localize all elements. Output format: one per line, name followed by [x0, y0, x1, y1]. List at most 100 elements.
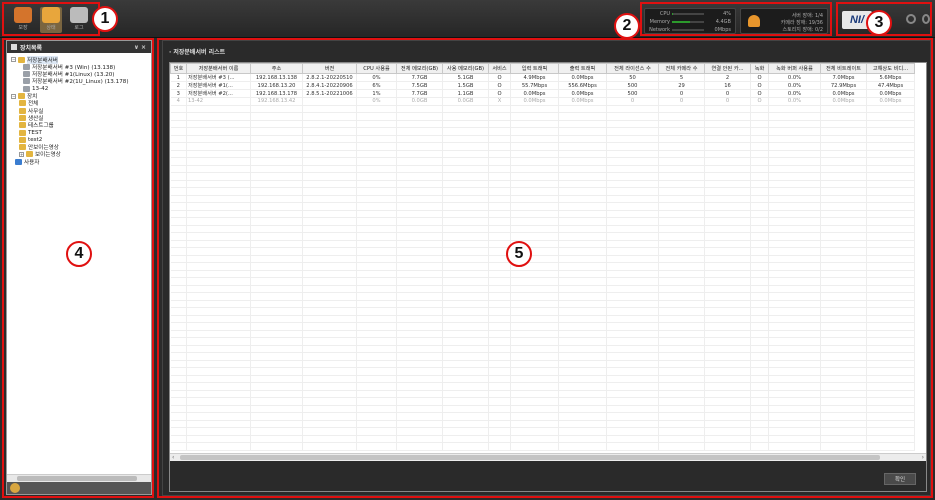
column-header[interactable]: 전체 비트레이트: [820, 63, 867, 74]
user-icon: [15, 158, 22, 165]
tree-expander-icon[interactable]: −: [11, 57, 16, 62]
table-cell: 0: [606, 97, 659, 106]
table-cell: 500: [606, 81, 659, 90]
alarm-summary-panel[interactable]: 서버 장애: 1/4 카메라 장애: 19/36 스토리지 장애: 0/2: [740, 8, 828, 34]
annotation-badge: 4: [66, 241, 92, 267]
annotation-badge: 5: [506, 241, 532, 267]
table-cell: 0: [704, 89, 751, 98]
column-header[interactable]: 서비스: [488, 63, 511, 74]
table-cell: 4.9Mbps: [510, 73, 559, 82]
column-header[interactable]: 고해상도 비디...: [866, 63, 915, 74]
column-header[interactable]: 녹화 버퍼 사용률: [768, 63, 821, 74]
table-cell: 2.8.5.1-20221006: [302, 89, 357, 98]
table-cell: 0: [704, 97, 751, 106]
table-cell: 16: [704, 81, 751, 90]
folder-icon: [19, 114, 26, 121]
table-cell: 1.1GB: [442, 89, 489, 98]
table-cell: 1: [170, 73, 187, 82]
empty-row: [170, 105, 915, 113]
empty-row: [170, 330, 915, 338]
table-cell: 5: [658, 73, 705, 82]
empty-row: [170, 345, 915, 353]
table-cell: 0.0%: [768, 97, 821, 106]
empty-row: [170, 195, 915, 203]
confirm-button[interactable]: 확인: [884, 473, 916, 485]
empty-row: [170, 285, 915, 293]
column-header[interactable]: 저장분배서버 이름: [186, 63, 251, 74]
stat-value: 4.4GB: [715, 19, 731, 25]
table-row[interactable]: 4 13-42 192.168.13.42 0% 0.0GB 0.0GB X 0.0Mbps 0…: [170, 97, 915, 106]
table-row[interactable]: 2 저장분배서버 #1(... 192.168.13.20 2.8.4.1-20220…: [170, 81, 915, 90]
empty-row: [170, 420, 915, 428]
empty-row: [170, 210, 915, 218]
tree-expander-icon[interactable]: −: [11, 93, 16, 99]
grid-horizontal-scrollbar[interactable]: ‹ ›: [170, 453, 926, 461]
table-cell: 0.0Mbps: [558, 89, 607, 98]
empty-row: [170, 232, 915, 241]
tree-node-label: 저장분배서버 #2(1U_Linux) (13.178): [32, 79, 129, 86]
column-header[interactable]: 전체 라이선스 수: [606, 63, 659, 74]
stat-key: Network: [649, 27, 670, 33]
server-list-panel: · 저장분배서버 리스트 번호 저장분배서버 이름 주소 버전 CPU 사용률 전체 메모…: [162, 40, 931, 496]
tree-node[interactable]: 저장분배서버 #2(1U_Linux) (13.178): [23, 78, 129, 85]
empty-row: [170, 375, 915, 383]
column-header[interactable]: 번호: [170, 63, 187, 74]
empty-row: [170, 360, 915, 368]
nav-button-log[interactable]: 로그: [68, 7, 90, 33]
table-cell: 2: [170, 81, 187, 90]
column-header[interactable]: 연결 안된 카...: [704, 63, 751, 74]
gear-icon[interactable]: [906, 14, 916, 24]
horizontal-scrollbar[interactable]: [7, 474, 151, 482]
tree-node[interactable]: 사용자: [15, 158, 39, 166]
stat-row-memory: Memory 4.4GB: [647, 19, 735, 25]
column-header[interactable]: 버전: [302, 63, 357, 74]
column-header[interactable]: 전체 카메라 수: [658, 63, 705, 74]
stat-bar: [672, 29, 704, 31]
system-stats-panel: CPU 4% Memory 4.4GB Network 0Mbps: [644, 8, 736, 34]
table-cell: 0.0Mbps: [558, 73, 607, 82]
tree-expander-icon[interactable]: +: [19, 151, 24, 157]
folder-icon: [19, 122, 26, 129]
table-row[interactable]: 1 저장분배서버 #3 (... 192.168.13.138 2.8.2.1-202…: [170, 73, 915, 82]
stat-value: 0Mbps: [714, 27, 731, 33]
tree-node-label: test2: [28, 136, 43, 143]
tree-node[interactable]: 테스트그룹: [19, 122, 54, 129]
nav-button-status[interactable]: 상태: [40, 7, 62, 33]
table-row[interactable]: 3 저장분배서버 #2(... 192.168.13.178 2.8.5.1-2022…: [170, 89, 915, 98]
column-header[interactable]: 전체 메모리(GB): [396, 63, 443, 74]
empty-row: [170, 435, 915, 443]
column-header[interactable]: 주소: [250, 63, 303, 74]
column-header[interactable]: 입력 트래픽: [510, 63, 559, 74]
table-cell: O: [750, 73, 769, 82]
empty-row: [170, 382, 915, 391]
table-cell: 5.1GB: [442, 73, 489, 82]
empty-row: [170, 412, 915, 421]
tree-node-label: 13-42: [32, 85, 49, 92]
table-cell: 47.4Mbps: [866, 81, 915, 90]
stat-value: 4%: [723, 11, 731, 17]
empty-row: [170, 292, 915, 301]
table-cell: O: [750, 81, 769, 90]
power-icon[interactable]: [922, 14, 930, 24]
scroll-right-icon[interactable]: ›: [922, 454, 924, 461]
empty-row: [170, 172, 915, 181]
column-header[interactable]: 출력 트래픽: [558, 63, 607, 74]
column-header[interactable]: 사용 메모리(GB): [442, 63, 489, 74]
tree-node[interactable]: TEST: [19, 129, 42, 136]
column-header[interactable]: CPU 사용률: [356, 63, 397, 74]
nav-button-settings[interactable]: 모장: [12, 7, 34, 33]
empty-row: [170, 135, 915, 143]
folder-icon: [19, 107, 26, 114]
table-cell: [302, 97, 357, 106]
empty-row: [170, 307, 915, 316]
stat-bar: [672, 13, 704, 15]
table-cell: X: [488, 97, 511, 106]
nav-label: 로그: [74, 25, 84, 31]
panel-controls[interactable]: ∨ ×: [134, 44, 146, 51]
empty-row: [170, 127, 915, 136]
column-header[interactable]: 녹화: [750, 63, 769, 74]
table-cell: 192.168.13.178: [250, 89, 303, 98]
scroll-left-icon[interactable]: ‹: [172, 454, 174, 461]
annotation-badge: 1: [92, 6, 118, 32]
gear-icon[interactable]: [10, 483, 20, 493]
